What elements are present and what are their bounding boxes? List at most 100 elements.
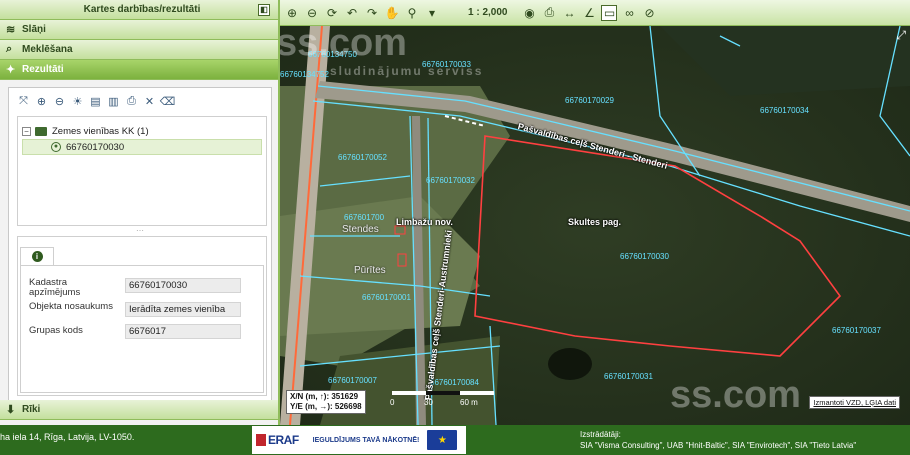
tree-group-label: Zemes vienības KK (1)	[52, 125, 149, 137]
section-search[interactable]: ⌕ Meklēšana	[0, 40, 278, 60]
section-tools[interactable]: ⬇ Rīki	[0, 400, 278, 420]
scale-segment	[460, 391, 494, 395]
panel-title-text: Kartes darbības/rezultāti	[83, 4, 201, 15]
comment-icon[interactable]: ▭	[601, 4, 618, 21]
scale-tick: 60 m	[460, 398, 478, 407]
scale-segment	[426, 391, 460, 395]
section-results-label: Rezultāti	[22, 64, 64, 75]
parcel-label: 66760170034	[760, 106, 809, 115]
delete-icon[interactable]: ⌫	[160, 95, 176, 108]
info-tab[interactable]: i	[20, 247, 54, 265]
parcel-icon: ●	[51, 142, 61, 152]
parcel-label: 66760134752	[280, 70, 329, 79]
parcel-label: 66760170052	[338, 153, 387, 162]
results-tree: − Zemes vienības KK (1) ● 66760170030	[17, 116, 267, 226]
parcel-label: 66760170007	[328, 376, 377, 385]
unlink-icon[interactable]: ⊘	[641, 5, 657, 21]
zoom-out-icon[interactable]: ⊖	[53, 95, 66, 108]
place-label-stendes: Stendes	[342, 224, 379, 235]
pan-hand-icon[interactable]: ✋	[384, 5, 400, 21]
scale-display[interactable]: 1 : 2,000	[468, 7, 507, 18]
close-icon[interactable]: ✕	[143, 95, 156, 108]
field-value-object-name: Ierādīta zemes vienība	[125, 302, 241, 317]
results-body: ⤧ ⊕ ⊖ ☀ ▤ ▥ ⎙ ✕ ⌫ − Zemes vienības KK (1…	[8, 87, 272, 407]
watermark: ss.com	[280, 22, 407, 64]
coordinates-readout: X/N (m, ↑): 351629 Y/E (m, →): 526698	[286, 390, 366, 414]
zoom-in-icon[interactable]: ⊕	[35, 95, 48, 108]
download-icon: ⬇	[6, 404, 16, 416]
info-icon: i	[31, 251, 43, 262]
place-label-purites: Pūrītes	[354, 265, 386, 276]
developers-list: SIA "Visma Consulting", UAB "Hnit-Baltic…	[580, 441, 857, 450]
watermark: ss.com	[670, 374, 801, 416]
field-value-group-code: 6676017	[125, 324, 241, 339]
print-icon[interactable]: ⎙	[541, 5, 557, 21]
collapse-tree-icon[interactable]: −	[22, 126, 31, 136]
parcel-label: 66760170030	[620, 252, 669, 261]
scale-tick: 0	[390, 398, 395, 407]
eraf-logo: ERAF	[268, 433, 299, 447]
region-label: Limbažu nov.	[396, 217, 453, 227]
refresh-icon[interactable]: ⟳	[324, 5, 340, 21]
zoom-out-icon[interactable]: ⊖	[304, 5, 320, 21]
parish-label: Skultes pag.	[568, 217, 622, 227]
map-view[interactable]: ⊕ ⊖ ⟳ ↶ ↷ ✋ ⚲ ▾ 1 : 2,000 ◉ ⎙ ↔ ∠ ▭ ∞ ⊘	[280, 0, 910, 425]
export-doc-icon[interactable]: ▤	[89, 95, 102, 108]
parcel-label: 667601700	[344, 213, 385, 222]
gis-app: Kartes darbības/rezultāti ◧ ≋ Slāņi ⌕ Me…	[0, 0, 910, 455]
collapse-panel-button[interactable]: ◧	[258, 4, 270, 16]
tree-item-selected[interactable]: ● 66760170030	[22, 139, 262, 155]
measure-length-icon[interactable]: ↔	[561, 5, 577, 21]
section-layers-label: Slāņi	[22, 24, 46, 35]
splitter-handle[interactable]: ⋯	[9, 227, 271, 235]
identify-icon[interactable]: ⚲	[404, 5, 420, 21]
parcel-label: 66760170001	[362, 293, 411, 302]
info-panel: i Kadastra apzīmējums 66760170030 Objekt…	[17, 236, 267, 396]
pond	[548, 348, 592, 380]
link-icon[interactable]: ∞	[621, 5, 637, 21]
globe-icon[interactable]: ◉	[521, 5, 537, 21]
attribution-link[interactable]: Izmantoti VZD, LĢIA dati	[809, 396, 900, 409]
scale-segment	[392, 391, 426, 395]
zoom-extent-icon[interactable]: ⤧	[17, 95, 30, 108]
footer-address: ha iela 14, Rīga, Latvija, LV-1050.	[0, 432, 135, 442]
folder-icon	[35, 126, 47, 136]
field-value-cadastre: 66760170030	[125, 278, 241, 293]
print-icon[interactable]: ⎙	[125, 95, 138, 108]
export-pdf-icon[interactable]: ▥	[107, 95, 120, 108]
parcel-label: 66760170031	[604, 372, 653, 381]
watermark-sub: sludinājumu serviss	[330, 64, 484, 78]
redo-icon[interactable]: ↷	[364, 5, 380, 21]
undo-icon[interactable]: ↶	[344, 5, 360, 21]
field-label-cadastre: Kadastra apzīmējums	[29, 277, 81, 298]
developers-label: Izstrādātāji:	[580, 430, 621, 439]
layers-icon: ≋	[6, 24, 16, 36]
results-toolbar: ⤧ ⊕ ⊖ ☀ ▤ ▥ ⎙ ✕ ⌫	[9, 88, 271, 114]
expand-map-icon[interactable]: ⤢	[896, 28, 906, 43]
section-search-label: Meklēšana	[22, 44, 73, 55]
panel-title: Kartes darbības/rezultāti ◧	[0, 0, 278, 20]
section-layers[interactable]: ≋ Slāņi	[0, 20, 278, 40]
eraf-logo-mark	[256, 434, 266, 446]
section-results[interactable]: ✦ Rezultāti	[0, 60, 278, 80]
coord-x: X/N (m, ↑): 351629	[290, 392, 359, 401]
field-label-group-code: Grupas kods	[29, 325, 83, 336]
scale-bar-graphic	[392, 391, 494, 395]
pin-icon: ✦	[6, 64, 16, 76]
chevron-down-icon[interactable]: ▾	[424, 5, 440, 21]
map-toolbar: ⊕ ⊖ ⟳ ↶ ↷ ✋ ⚲ ▾ 1 : 2,000 ◉ ⎙ ↔ ∠ ▭ ∞ ⊘	[280, 0, 910, 26]
developers: Izstrādātāji: SIA "Visma Consulting", UA…	[580, 429, 856, 451]
eraf-banner: ERAF IEGULDĪJUMS TAVĀ NĀKOTNĒ! ★	[252, 426, 466, 454]
left-panel: Kartes darbības/rezultāti ◧ ≋ Slāņi ⌕ Me…	[0, 0, 280, 425]
parcel-label: 66760170037	[832, 326, 881, 335]
footer: ha iela 14, Rīga, Latvija, LV-1050. ERAF…	[0, 425, 910, 455]
zoom-in-icon[interactable]: ⊕	[284, 5, 300, 21]
coord-y: Y/E (m, →): 526698	[290, 402, 362, 411]
tree-item-label: 66760170030	[66, 141, 125, 153]
highlight-icon[interactable]: ☀	[71, 95, 84, 108]
measure-angle-icon[interactable]: ∠	[581, 5, 597, 21]
eraf-slogan: IEGULDĪJUMS TAVĀ NĀKOTNĒ!	[312, 436, 420, 444]
search-icon: ⌕	[6, 43, 13, 55]
parcel-label: 66760170032	[426, 176, 475, 185]
tree-group[interactable]: − Zemes vienības KK (1)	[18, 123, 266, 139]
